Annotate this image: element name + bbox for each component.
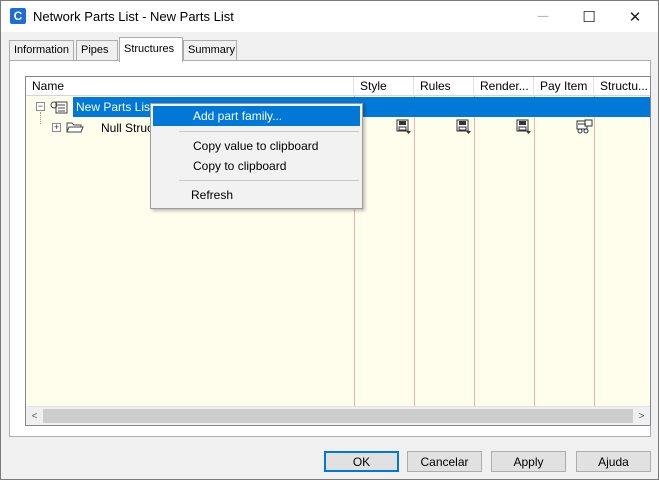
tree-connector xyxy=(40,112,41,124)
column-divider xyxy=(414,96,415,406)
column-header-rules[interactable]: Rules xyxy=(414,77,474,96)
maximize-button[interactable]: ☐ xyxy=(566,1,612,32)
parts-list-icon xyxy=(50,101,68,114)
tab-pipes[interactable]: Pipes xyxy=(76,40,118,61)
menu-item-copy-to-clipboard[interactable]: Copy to clipboard xyxy=(153,156,360,176)
apply-button[interactable]: Apply xyxy=(491,451,566,472)
tree-item-null-structure[interactable]: Null Struct xyxy=(101,121,156,135)
window-title: Network Parts List - New Parts List xyxy=(33,9,234,24)
expand-icon[interactable]: + xyxy=(52,123,61,132)
scroll-right-arrow[interactable]: > xyxy=(633,407,650,426)
help-button[interactable]: Ajuda xyxy=(576,451,651,472)
app-icon: C xyxy=(10,8,26,24)
tree-item-new-parts-list[interactable]: New Parts List xyxy=(76,100,153,114)
menu-item-copy-value[interactable]: Copy value to clipboard xyxy=(153,136,360,156)
scroll-thumb[interactable] xyxy=(43,409,633,423)
network-parts-list-dialog: C Network Parts List - New Parts List ─ … xyxy=(0,0,659,480)
column-header-name[interactable]: Name xyxy=(26,77,354,96)
menu-separator xyxy=(179,180,359,181)
column-divider xyxy=(534,96,535,406)
pay-item-icon[interactable] xyxy=(576,119,594,135)
menu-separator xyxy=(179,131,359,132)
column-header-structure[interactable]: Structu... xyxy=(594,77,650,96)
column-divider xyxy=(474,96,475,406)
menu-item-add-part-family[interactable]: Add part family... xyxy=(153,106,360,126)
tab-structures[interactable]: Structures xyxy=(119,37,183,62)
column-header-style[interactable]: Style xyxy=(354,77,414,96)
rules-save-icon[interactable] xyxy=(456,119,472,135)
scroll-left-arrow[interactable]: < xyxy=(26,407,43,426)
tab-information[interactable]: Information xyxy=(9,40,74,61)
column-header-render[interactable]: Render... xyxy=(474,77,534,96)
context-menu: Add part family... Copy value to clipboa… xyxy=(150,103,363,209)
grid-header: Name Style Rules Render... Pay Item Stru… xyxy=(26,77,650,96)
folder-icon xyxy=(66,122,84,133)
style-save-icon[interactable] xyxy=(396,119,412,135)
close-button[interactable]: ✕ xyxy=(612,1,658,32)
minimize-button[interactable]: ─ xyxy=(520,1,566,32)
menu-item-refresh[interactable]: Refresh xyxy=(153,185,360,205)
column-divider xyxy=(594,96,595,406)
collapse-icon[interactable]: − xyxy=(36,102,45,111)
horizontal-scrollbar[interactable]: < > xyxy=(26,406,650,425)
column-header-pay-item[interactable]: Pay Item xyxy=(534,77,594,96)
ok-button[interactable]: OK xyxy=(324,451,399,472)
cancel-button[interactable]: Cancelar xyxy=(407,451,482,472)
render-save-icon[interactable] xyxy=(516,119,532,135)
title-bar[interactable]: C Network Parts List - New Parts List ─ … xyxy=(1,1,658,32)
tab-summary[interactable]: Summary xyxy=(183,40,237,61)
